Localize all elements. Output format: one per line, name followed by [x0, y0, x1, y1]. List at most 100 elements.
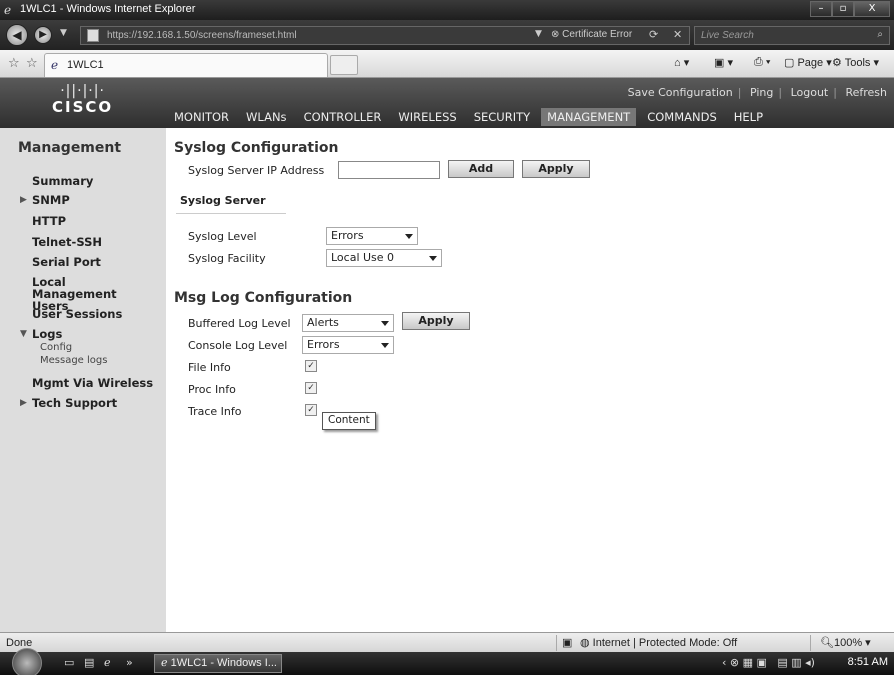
sidebar-subitem-message-logs[interactable]: Message logs — [40, 355, 107, 366]
globe-icon: ◍ — [580, 637, 593, 649]
maximize-button[interactable]: ▫ — [832, 1, 854, 17]
menu-monitor[interactable]: MONITOR — [174, 108, 229, 126]
console-log-level-label: Console Log Level — [188, 339, 288, 352]
favorites-star-icon[interactable]: ☆ — [8, 56, 20, 71]
tab-label: 1WLC1 — [67, 59, 104, 71]
expanded-arrow-icon[interactable]: ▼ — [20, 329, 27, 339]
back-button[interactable]: ◀ — [6, 24, 28, 46]
collapsed-arrow-icon[interactable]: ▶ — [20, 398, 27, 408]
buffered-log-level-select[interactable]: Alerts — [302, 314, 394, 332]
collapsed-arrow-icon[interactable]: ▶ — [20, 195, 27, 205]
refresh-link[interactable]: Refresh — [845, 86, 887, 99]
menu-help[interactable]: HELP — [734, 108, 763, 126]
syslog-level-label: Syslog Level — [188, 230, 257, 243]
syslog-facility-select[interactable]: Local Use 0 — [326, 249, 442, 267]
syslog-server-heading: Syslog Server — [176, 192, 286, 214]
menu-security[interactable]: SECURITY — [474, 108, 530, 126]
menu-commands[interactable]: COMMANDS — [647, 108, 717, 126]
logout-link[interactable]: Logout — [791, 86, 829, 99]
tools-menu[interactable]: ⚙ Tools ▾ — [832, 56, 879, 69]
recent-pages-dropdown-icon[interactable]: ▼ — [60, 28, 67, 38]
ie-quicklaunch-icon[interactable]: ℯ — [104, 656, 111, 669]
cisco-logo-bars: ·||·|·|· — [60, 83, 105, 99]
chevron-down-icon — [429, 256, 437, 261]
ie-logo-icon: ℯ — [4, 3, 12, 17]
zone-label: Internet | Protected Mode: Off — [592, 637, 738, 649]
search-icon[interactable]: ⌕ — [877, 29, 883, 40]
menu-wireless[interactable]: WIRELESS — [398, 108, 456, 126]
sidebar-item-mgmt-via-wireless[interactable]: Mgmt Via Wireless — [32, 376, 153, 390]
page-menu-label: Page — [797, 57, 824, 69]
stop-icon[interactable]: ✕ — [673, 28, 682, 41]
main-menu: MONITOR WLANs CONTROLLER WIRELESS SECURI… — [174, 108, 780, 126]
checkmark-icon: ✓ — [307, 405, 315, 415]
add-button[interactable]: Add — [448, 160, 514, 178]
content-frame: Management Summary ▶ SNMP HTTP Telnet-SS… — [0, 128, 894, 632]
refresh-icon[interactable]: ⟳ — [649, 28, 658, 41]
proc-info-label: Proc Info — [188, 383, 236, 396]
forward-button[interactable]: ▶ — [34, 26, 52, 44]
zoom-value: 100% — [833, 637, 863, 649]
close-button[interactable]: X — [854, 1, 890, 17]
sidebar-item-summary[interactable]: Summary — [32, 174, 93, 188]
tab-1wlc1[interactable]: ℯ 1WLC1 — [44, 53, 328, 77]
sidebar-item-telnet-ssh[interactable]: Telnet-SSH — [32, 235, 102, 249]
show-desktop-icon[interactable]: ▭ — [64, 656, 74, 669]
switch-windows-icon[interactable]: ▤ — [84, 656, 94, 669]
minimize-button[interactable]: – — [810, 1, 832, 17]
certificate-error-button[interactable]: ⊗ Certificate Error — [551, 29, 632, 40]
new-tab-button[interactable] — [330, 55, 358, 75]
page-menu[interactable]: ▢ Page ▾ — [784, 56, 832, 69]
sidebar-item-tech-support[interactable]: Tech Support — [32, 396, 117, 410]
msg-log-apply-button[interactable]: Apply — [402, 312, 470, 330]
home-icon[interactable]: ⌂ ▾ — [674, 56, 689, 69]
sidebar-item-snmp[interactable]: SNMP — [32, 193, 70, 207]
sidebar-item-logs[interactable]: Logs — [32, 327, 62, 341]
syslog-facility-value: Local Use 0 — [331, 251, 395, 264]
console-log-level-select[interactable]: Errors — [302, 336, 394, 354]
sidebar-title: Management — [18, 140, 122, 156]
sidebar-subitem-config[interactable]: Config — [40, 342, 72, 353]
sidebar-item-http[interactable]: HTTP — [32, 214, 66, 228]
clock: 8:51 AM — [847, 656, 888, 668]
buffered-log-level-value: Alerts — [307, 316, 339, 329]
header-links: Save Configuration | Ping | Logout | Refres… — [627, 86, 887, 99]
sidebar-item-user-sessions[interactable]: User Sessions — [32, 307, 122, 321]
syslog-level-select[interactable]: Errors — [326, 227, 418, 245]
taskbar: ▭ ▤ ℯ » ℯ 1WLC1 - Windows I... ‹ ⊗ ▦ ▣ ▤… — [0, 648, 894, 675]
taskbar-ie-window[interactable]: ℯ 1WLC1 - Windows I... — [154, 654, 282, 673]
trace-info-checkbox[interactable]: ✓ — [305, 404, 317, 416]
address-dropdown-icon[interactable]: ▼ — [535, 29, 542, 39]
feeds-icon[interactable]: ▣ ▾ — [714, 56, 733, 69]
print-icon[interactable]: ⎙ ▾ — [754, 56, 770, 69]
zoom-control[interactable]: 🔍︎100% ▾ — [820, 636, 871, 649]
save-configuration-link[interactable]: Save Configuration — [628, 86, 733, 99]
ping-link[interactable]: Ping — [750, 86, 773, 99]
proc-info-checkbox[interactable]: ✓ — [305, 382, 317, 394]
menu-controller[interactable]: CONTROLLER — [304, 108, 382, 126]
system-tray-icons[interactable]: ‹ ⊗ ▦ ▣ ▤ ▥ ◂) — [722, 656, 815, 669]
sidebar: Management Summary ▶ SNMP HTTP Telnet-SS… — [0, 128, 166, 632]
msg-log-configuration-title: Msg Log Configuration — [174, 290, 353, 306]
sidebar-item-serial-port[interactable]: Serial Port — [32, 255, 101, 269]
forward-arrow-icon: ▶ — [39, 29, 47, 40]
error-shield-icon: ⊗ — [551, 29, 563, 40]
cisco-logo-text: CISCO — [52, 98, 114, 116]
search-input[interactable]: Live Search ⌕ — [694, 26, 890, 45]
tooltip: Content — [322, 412, 376, 430]
syslog-server-ip-input[interactable] — [338, 161, 440, 179]
apply-button[interactable]: Apply — [522, 160, 590, 178]
start-button[interactable] — [12, 648, 42, 675]
back-arrow-icon: ◀ — [12, 28, 22, 42]
address-bar[interactable]: https://192.168.1.50/screens/frameset.ht… — [80, 26, 690, 45]
page-icon — [87, 29, 99, 42]
menu-management[interactable]: MANAGEMENT — [541, 108, 637, 126]
magnifier-icon: 🔍︎ — [820, 637, 834, 649]
file-info-checkbox[interactable]: ✓ — [305, 360, 317, 372]
checkmark-icon: ✓ — [307, 361, 315, 371]
address-url: https://192.168.1.50/screens/frameset.ht… — [107, 30, 297, 41]
add-favorite-icon[interactable]: ☆ — [26, 56, 38, 71]
menu-wlans[interactable]: WLANs — [246, 108, 287, 126]
security-zone[interactable]: ◍ Internet | Protected Mode: Off — [580, 636, 737, 649]
more-quicklaunch-icon[interactable]: » — [126, 656, 133, 669]
